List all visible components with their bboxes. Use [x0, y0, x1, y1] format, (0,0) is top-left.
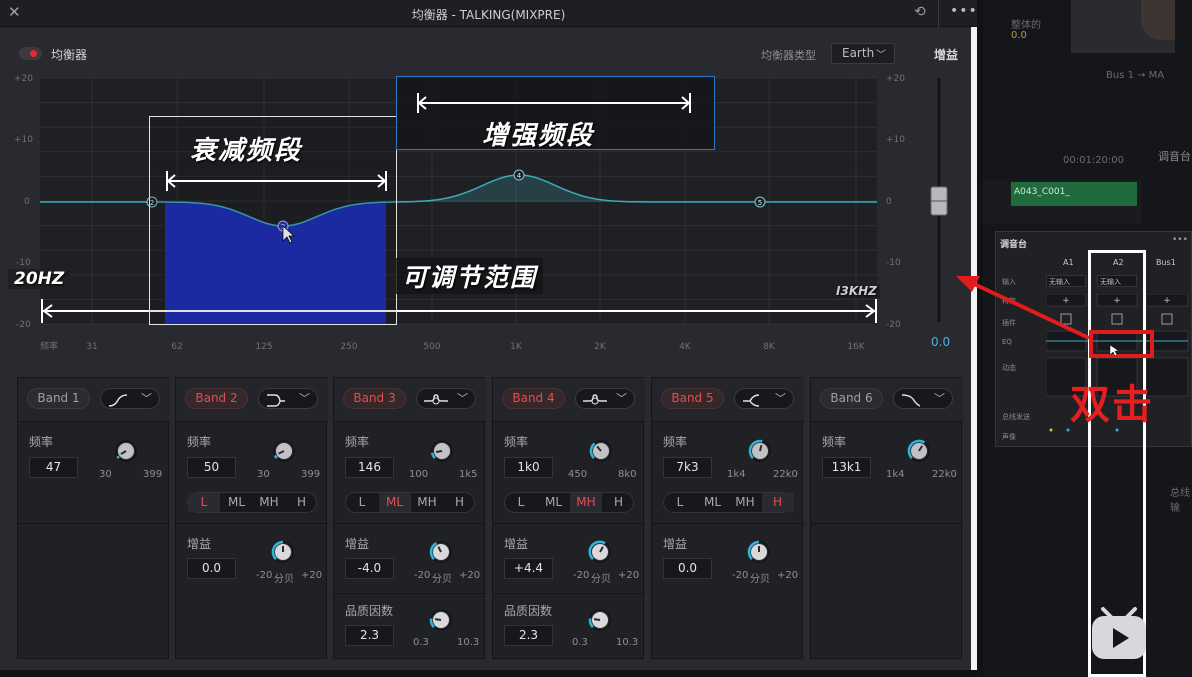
pointer-arrow-layer	[956, 276, 1120, 357]
double-click-text: 双击	[1070, 382, 1154, 428]
screen: ✕ 均衡器 - TALKING(MIXPRE) ⟲ ••• 均衡器 均衡器类型 …	[0, 0, 1192, 677]
mouse-cursor-icon	[1109, 344, 1120, 357]
callout-arrow	[956, 276, 1090, 340]
bilibili-logo-icon	[1092, 607, 1146, 659]
